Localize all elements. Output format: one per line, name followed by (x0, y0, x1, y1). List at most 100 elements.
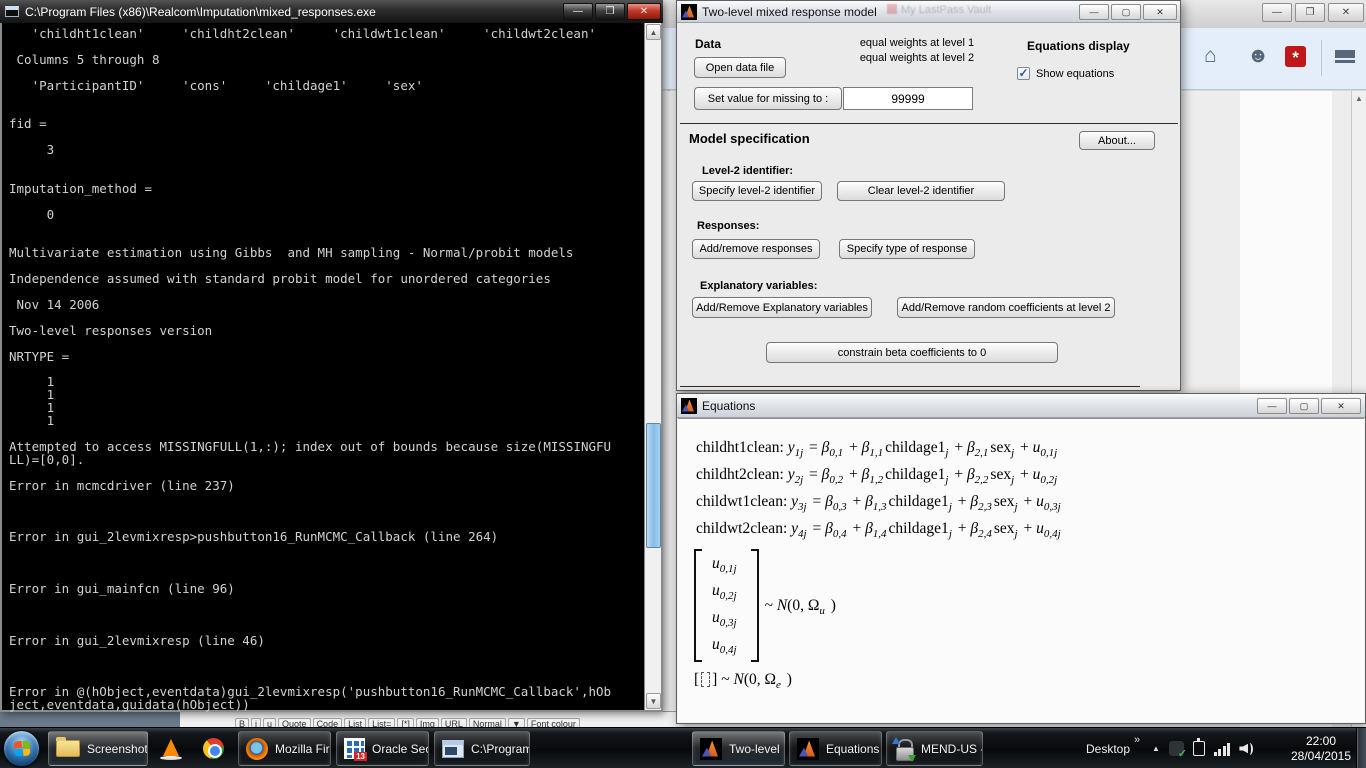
taskbar-item-oracle[interactable]: 13 Oracle Sec... (336, 731, 429, 766)
minimize-button[interactable]: — (563, 3, 593, 20)
firefox-minimize-button[interactable]: — (1262, 3, 1292, 22)
firefox-restore-button[interactable]: ❐ (1295, 3, 1325, 22)
taskbar-item-label: Oracle Sec... (372, 742, 429, 756)
show-desktop-button[interactable] (1356, 728, 1366, 768)
scroll-up-icon[interactable]: ▲ (1352, 91, 1366, 103)
lastpass-tab-icon (887, 4, 897, 14)
taskbar-item-equations[interactable]: Equations (789, 731, 882, 766)
matlab-icon (681, 4, 697, 20)
specify-type-button[interactable]: Specify type of response (839, 239, 975, 259)
editor-toolbar: BiuQuoteCodeListList=[*]ImgURLNormal▼Fon… (180, 711, 685, 727)
toolbar-separator (1321, 40, 1322, 76)
clock-time: 22:00 (1288, 734, 1354, 748)
desktop: — ❐ ✕ ⌂ ☻ * ▲ BiuQuoteCodeListList=[*]Im… (0, 0, 1366, 768)
bottom-divider (680, 386, 1140, 387)
equations-window-title: Equations (702, 399, 755, 413)
constrain-beta-button[interactable]: constrain beta coefficients to 0 (766, 342, 1058, 363)
maximize-button[interactable]: ▢ (1111, 4, 1141, 20)
taskbar-item-firefox[interactable]: Mozilla Fir... (238, 731, 331, 766)
firefox-close-button[interactable]: ✕ (1328, 3, 1364, 22)
menu-hamburger-icon[interactable] (1335, 50, 1355, 63)
taskbar-item-label: Screenshots (87, 742, 148, 756)
left-bracket (694, 549, 702, 662)
tray-sync-icon[interactable] (1169, 741, 1184, 756)
model-body: Data equal weights at level 1 equal weig… (677, 23, 1180, 390)
vlc-icon (160, 738, 182, 760)
taskbar-item-two-level[interactable]: Two-level ... (692, 731, 785, 766)
add-explanatory-button[interactable]: Add/Remove Explanatory variables (692, 297, 872, 318)
u-distribution: ~ N(0, Ωu ) (765, 597, 836, 615)
folder-icon (56, 740, 80, 757)
download-arrow-icon (908, 755, 916, 762)
scroll-down-icon[interactable]: ▼ (646, 693, 661, 709)
maximize-button[interactable]: ▢ (1289, 398, 1319, 414)
set-missing-value-button[interactable]: Set value for missing to : (694, 87, 842, 110)
taskbar-item-vlc[interactable] (152, 731, 190, 766)
console-scrollbar[interactable]: ▲ ▼ (644, 23, 661, 710)
equation-childwt1clean: childwt1clean: y3j = β0,3 + β1,3childage… (696, 493, 1063, 520)
scroll-up-icon[interactable]: ▲ (646, 24, 661, 40)
responses-label: Responses: (697, 220, 759, 232)
u-entry: u0,3j (712, 609, 739, 629)
upload-arrow-icon (892, 737, 900, 744)
home-icon[interactable]: ⌂ (1204, 44, 1217, 68)
weights-note-1: equal weights at level 1 (847, 37, 987, 49)
tray-network-icon[interactable] (1214, 742, 1231, 756)
u-vector-entries: u0,1j u0,2j u0,3j u0,4j (702, 549, 751, 662)
oracle-badge: 13 (354, 752, 367, 761)
minimize-button[interactable]: — (1257, 398, 1287, 414)
section-divider (680, 123, 1178, 124)
level2-identifier-label: Level-2 identifier: (702, 165, 793, 177)
right-bracket (751, 549, 759, 662)
console-window: C:\Program Files (x86)\Realcom\Imputatio… (0, 0, 663, 712)
feedback-smiley-icon[interactable]: ☻ (1247, 44, 1269, 68)
taskbar-item-screenshots[interactable]: Screenshots (48, 731, 148, 766)
console-title: C:\Program Files (x86)\Realcom\Imputatio… (25, 5, 376, 19)
lastpass-icon[interactable]: * (1285, 46, 1306, 67)
minimize-button[interactable]: — (1079, 4, 1109, 20)
model-window-title: Two-level mixed response model (702, 5, 877, 19)
restore-button[interactable]: ❐ (595, 3, 625, 20)
desktop-toolbar[interactable]: Desktop » (1086, 731, 1140, 766)
taskbar-clock[interactable]: 22:00 28/04/2015 (1288, 728, 1354, 768)
taskbar-item-console[interactable]: C:\Program... (434, 731, 530, 766)
close-button[interactable]: ✕ (1321, 398, 1361, 414)
windows-logo-icon (13, 741, 30, 757)
add-random-coefficients-button[interactable]: Add/Remove random coefficients at level … (897, 297, 1115, 318)
equations-content: childht1clean: y1j = β0,1 + β1,1childage… (678, 418, 1364, 722)
taskbar-item-label: C:\Program... (471, 742, 530, 756)
open-data-file-button[interactable]: Open data file (694, 57, 786, 78)
equations-window: Equations — ▢ ✕ childht1clean: y1j = β0,… (676, 393, 1366, 724)
missing-value-field[interactable]: 99999 (843, 87, 973, 110)
add-remove-responses-button[interactable]: Add/remove responses (692, 239, 820, 259)
equations-display-heading: Equations display (1027, 39, 1130, 53)
windows-start-button[interactable] (3, 730, 40, 767)
taskbar-item-label: Two-level ... (729, 742, 785, 756)
about-button[interactable]: About... (1079, 131, 1155, 150)
taskbar-item-mendus[interactable]: MEND-US -... (886, 731, 983, 766)
tray-expand-arrow[interactable]: ▲ (1152, 744, 1160, 753)
tray-volume-icon[interactable] (1239, 742, 1255, 756)
tray-power-icon[interactable] (1193, 741, 1205, 756)
close-button[interactable]: ✕ (627, 3, 661, 20)
data-heading: Data (695, 37, 721, 51)
show-equations-checkbox[interactable]: ✓ (1017, 67, 1030, 80)
chevron-icon[interactable]: » (1134, 734, 1140, 746)
equation-childht2clean: childht2clean: y2j = β0,2 + β1,2childage… (696, 466, 1063, 493)
taskbar-item-label: Equations (826, 742, 879, 756)
explanatory-variables-label: Explanatory variables: (700, 280, 817, 292)
clear-level2-button[interactable]: Clear level-2 identifier (837, 181, 1005, 201)
u-vector: u0,1j u0,2j u0,3j u0,4j ~ N(0, Ωu ) (694, 549, 836, 662)
lock-icon (894, 738, 914, 760)
u-entry: u0,2j (712, 582, 739, 602)
firefox-icon (246, 738, 268, 760)
u-entry: u0,4j (712, 636, 739, 656)
model-window: Two-level mixed response model My LastPa… (676, 0, 1181, 391)
taskbar-item-chrome[interactable] (194, 731, 232, 766)
close-button[interactable]: ✕ (1143, 4, 1177, 20)
specify-level2-button[interactable]: Specify level-2 identifier (692, 181, 822, 201)
scrollbar-thumb[interactable] (646, 423, 661, 548)
weights-note-2: equal weights at level 2 (847, 52, 987, 64)
desktop-toolbar-label: Desktop (1086, 742, 1130, 756)
oracle-icon: 13 (344, 738, 365, 759)
